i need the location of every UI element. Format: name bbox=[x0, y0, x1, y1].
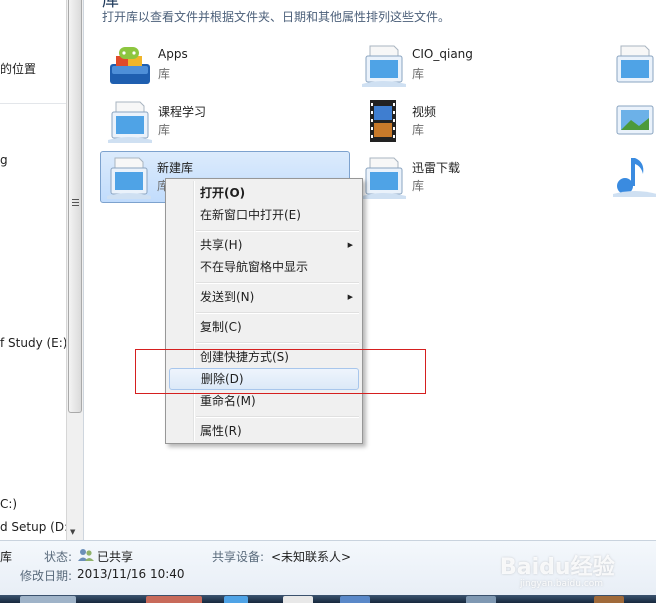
nav-item-drive-e[interactable]: f Study (E:) bbox=[0, 336, 66, 350]
status-label: 状态: bbox=[44, 550, 73, 564]
modified-date-value: 2013/11/16 10:40 bbox=[77, 567, 185, 581]
library-item-videos[interactable]: 视频 库 bbox=[356, 96, 606, 148]
taskbar-button[interactable] bbox=[466, 596, 496, 603]
submenu-arrow-icon: ▶ bbox=[347, 293, 353, 301]
taskbar-button[interactable] bbox=[224, 596, 248, 603]
music-library-icon[interactable] bbox=[611, 152, 656, 198]
nav-item-drive-c[interactable]: C:) bbox=[0, 497, 17, 511]
menu-item-properties[interactable]: 属性(R) bbox=[169, 420, 359, 442]
nav-divider bbox=[0, 103, 66, 104]
library-item-type: 库 bbox=[412, 67, 425, 81]
library-icon bbox=[362, 45, 406, 87]
taskbar-button[interactable] bbox=[594, 596, 624, 603]
library-item-name: Apps bbox=[158, 47, 188, 61]
nav-item-drive-d[interactable]: d Setup (D: bbox=[0, 520, 66, 534]
nav-item-partial[interactable]: g bbox=[0, 153, 8, 167]
menu-item-send-to[interactable]: 发送到(N) ▶ bbox=[169, 286, 359, 308]
grip-icon bbox=[72, 199, 79, 206]
shared-with-label: 共享设备: bbox=[212, 550, 265, 564]
menu-separator bbox=[196, 342, 359, 344]
pictures-library-icon[interactable] bbox=[611, 98, 656, 144]
menu-item-hide-in-nav[interactable]: 不在导航窗格中显示 bbox=[169, 256, 359, 278]
modified-date-label: 修改日期: bbox=[20, 569, 73, 583]
menu-item-copy[interactable]: 复制(C) bbox=[169, 316, 359, 338]
details-pane: 库 状态: 已共享 共享设备: <未知联系人> 修改日期: 2013/11/16… bbox=[0, 540, 656, 595]
baidu-watermark: Baidu经验 bbox=[500, 555, 615, 580]
library-item-type: 库 bbox=[412, 179, 425, 193]
library-item-type: 库 bbox=[158, 67, 171, 81]
taskbar-button[interactable] bbox=[340, 596, 370, 603]
context-menu: 打开(O) 在新窗口中打开(E) 共享(H) ▶ 不在导航窗格中显示 发送到(N… bbox=[165, 178, 363, 444]
menu-item-share[interactable]: 共享(H) ▶ bbox=[169, 234, 359, 256]
library-icon bbox=[362, 157, 406, 199]
menu-separator bbox=[196, 282, 359, 284]
library-icon bbox=[108, 101, 152, 143]
menu-separator bbox=[196, 230, 359, 232]
baidu-watermark-url: jingyan.baidu.com bbox=[520, 579, 604, 589]
menu-item-delete[interactable]: 删除(D) bbox=[169, 368, 359, 390]
library-item-apps[interactable]: Apps 库 bbox=[102, 40, 352, 92]
nav-scrollbar[interactable]: ▼ bbox=[66, 0, 84, 540]
scrollbar-thumb[interactable] bbox=[68, 0, 82, 413]
menu-item-label: 发送到(N) bbox=[200, 290, 255, 304]
apps-library-icon bbox=[110, 47, 150, 84]
library-item-type: 库 bbox=[158, 123, 171, 137]
library-item-cio-qiang[interactable]: CIO_qiang 库 bbox=[356, 40, 606, 92]
library-item-course[interactable]: 课程学习 库 bbox=[102, 96, 352, 148]
library-icon bbox=[107, 157, 151, 199]
library-item-name: CIO_qiang bbox=[412, 47, 473, 61]
shared-with-value: <未知联系人> bbox=[271, 550, 352, 564]
details-item-name: 库 bbox=[0, 550, 13, 564]
taskbar-button[interactable] bbox=[20, 596, 76, 603]
videos-library-icon bbox=[370, 100, 396, 142]
menu-item-label: 共享(H) bbox=[200, 238, 243, 252]
library-description: 打开库以查看文件并根据文件夹、日期和其他属性排列这些文件。 bbox=[102, 10, 451, 24]
library-item-xunlei-downloads[interactable]: 迅雷下载 库 bbox=[356, 152, 606, 204]
menu-separator bbox=[196, 312, 359, 314]
taskbar bbox=[0, 595, 656, 603]
library-item-type: 库 bbox=[412, 123, 425, 137]
menu-item-open-new-window[interactable]: 在新窗口中打开(E) bbox=[169, 204, 359, 226]
menu-item-create-shortcut[interactable]: 创建快捷方式(S) bbox=[169, 346, 359, 368]
menu-item-open[interactable]: 打开(O) bbox=[169, 182, 359, 204]
scroll-down-icon[interactable]: ▼ bbox=[70, 528, 75, 536]
library-item-name: 迅雷下载 bbox=[412, 161, 461, 175]
nav-item-locations[interactable]: 的位置 bbox=[0, 60, 36, 77]
taskbar-button[interactable] bbox=[146, 596, 202, 603]
menu-separator bbox=[196, 416, 359, 418]
navigation-pane: 的位置 g f Study (E:) C:) d Setup (D: bbox=[0, 0, 66, 540]
submenu-arrow-icon: ▶ bbox=[347, 241, 353, 249]
status-value: 已共享 bbox=[97, 550, 134, 564]
library-item-name: 视频 bbox=[412, 105, 437, 119]
library-item-name: 新建库 bbox=[157, 161, 194, 175]
library-item-name: 课程学习 bbox=[158, 105, 207, 119]
taskbar-button[interactable] bbox=[283, 596, 313, 603]
library-icon[interactable] bbox=[611, 42, 656, 88]
menu-item-rename[interactable]: 重命名(M) bbox=[169, 390, 359, 412]
shared-users-icon bbox=[78, 549, 94, 561]
